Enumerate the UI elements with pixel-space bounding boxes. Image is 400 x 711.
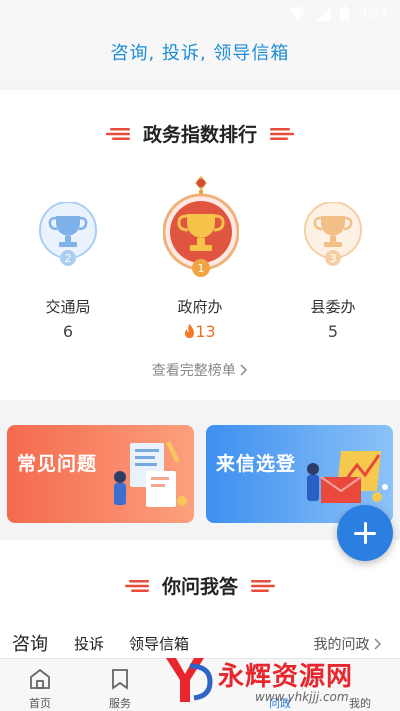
faq-illustration-icon [114, 441, 187, 507]
status-bar: 9:24 [0, 0, 400, 28]
letter-title: 来信选登 [216, 453, 297, 475]
rank-name-1: 政府办 [177, 298, 223, 316]
rank-badge-1[interactable]: 1 [162, 174, 240, 280]
bookmark-icon [112, 669, 128, 690]
qa-heading: 你问我答 [0, 572, 400, 599]
status-time: 9:24 [358, 6, 388, 21]
faq-title: 常见问题 [17, 453, 98, 475]
rank-score-3: 5 [327, 322, 339, 341]
heading-stripes-left-icon [105, 127, 130, 140]
heading-stripes-left-icon [124, 579, 149, 592]
nav-home-label: 首页 [29, 697, 51, 710]
silver-trophy-icon: 2 [39, 201, 97, 266]
watermark-text: 永辉资源网 [218, 662, 354, 692]
qa-section: 你问我答 咨询 投诉 领导信箱 我的问政 [0, 540, 400, 660]
rank-badge-3[interactable]: 3 [301, 201, 365, 272]
ranking-heading: 政务指数排行 [0, 120, 400, 147]
rank-score-2: 6 [62, 322, 74, 341]
heading-stripes-right-icon [251, 579, 276, 592]
page-title: 咨询, 投诉, 领导信箱 [110, 43, 290, 64]
status-icons: 9:24 [289, 6, 388, 21]
rank-score-1-wrap: 13 [150, 322, 250, 341]
faq-card[interactable]: 常见问题 [7, 425, 194, 523]
rank-number-3: 3 [330, 252, 337, 265]
gold-trophy-icon: 1 [162, 176, 240, 277]
wifi-icon [289, 6, 306, 20]
home-icon [30, 668, 50, 689]
rank-badge-2[interactable]: 2 [36, 201, 100, 272]
rank-name-2: 交通局 [45, 298, 91, 316]
view-full-ranking-link[interactable]: 查看完整榜单 [0, 360, 400, 380]
add-button[interactable] [337, 505, 393, 561]
ranking-card: 政务指数排行 2 交通局 6 1 政府办 13 3 县委办 5 查看完整榜单 [0, 90, 400, 400]
header: 咨询, 投诉, 领导信箱 [0, 28, 400, 80]
battery-icon [339, 6, 349, 21]
qa-title: 你问我答 [161, 576, 238, 598]
watermark-logo-icon [166, 658, 213, 702]
rank-name-3: 县委办 [310, 298, 356, 316]
view-all-label: 查看完整榜单 [151, 363, 236, 379]
rank-score-1: 13 [195, 322, 216, 341]
bronze-trophy-icon: 3 [304, 201, 362, 266]
heading-stripes-right-icon [270, 127, 295, 140]
watermark: 永辉资源网 www.yhkjjj.com [160, 650, 395, 710]
ranking-title: 政务指数排行 [142, 124, 257, 146]
cards-area: 常见问题 来信选登 [0, 410, 400, 530]
nav-service-label: 服务 [109, 697, 131, 710]
chevron-right-icon [374, 638, 382, 650]
rank-number-2: 2 [65, 252, 72, 265]
watermark-url: www.yhkjjj.com [255, 690, 349, 704]
fire-icon [185, 324, 195, 338]
tab-complaint[interactable]: 投诉 [74, 633, 104, 654]
chevron-right-icon [240, 364, 248, 376]
signal-icon [315, 6, 330, 21]
tab-consult[interactable]: 咨询 [12, 630, 48, 656]
rank-number-1: 1 [198, 262, 205, 275]
nav-home[interactable]: 首页 [0, 659, 80, 711]
nav-service[interactable]: 服务 [80, 659, 160, 711]
